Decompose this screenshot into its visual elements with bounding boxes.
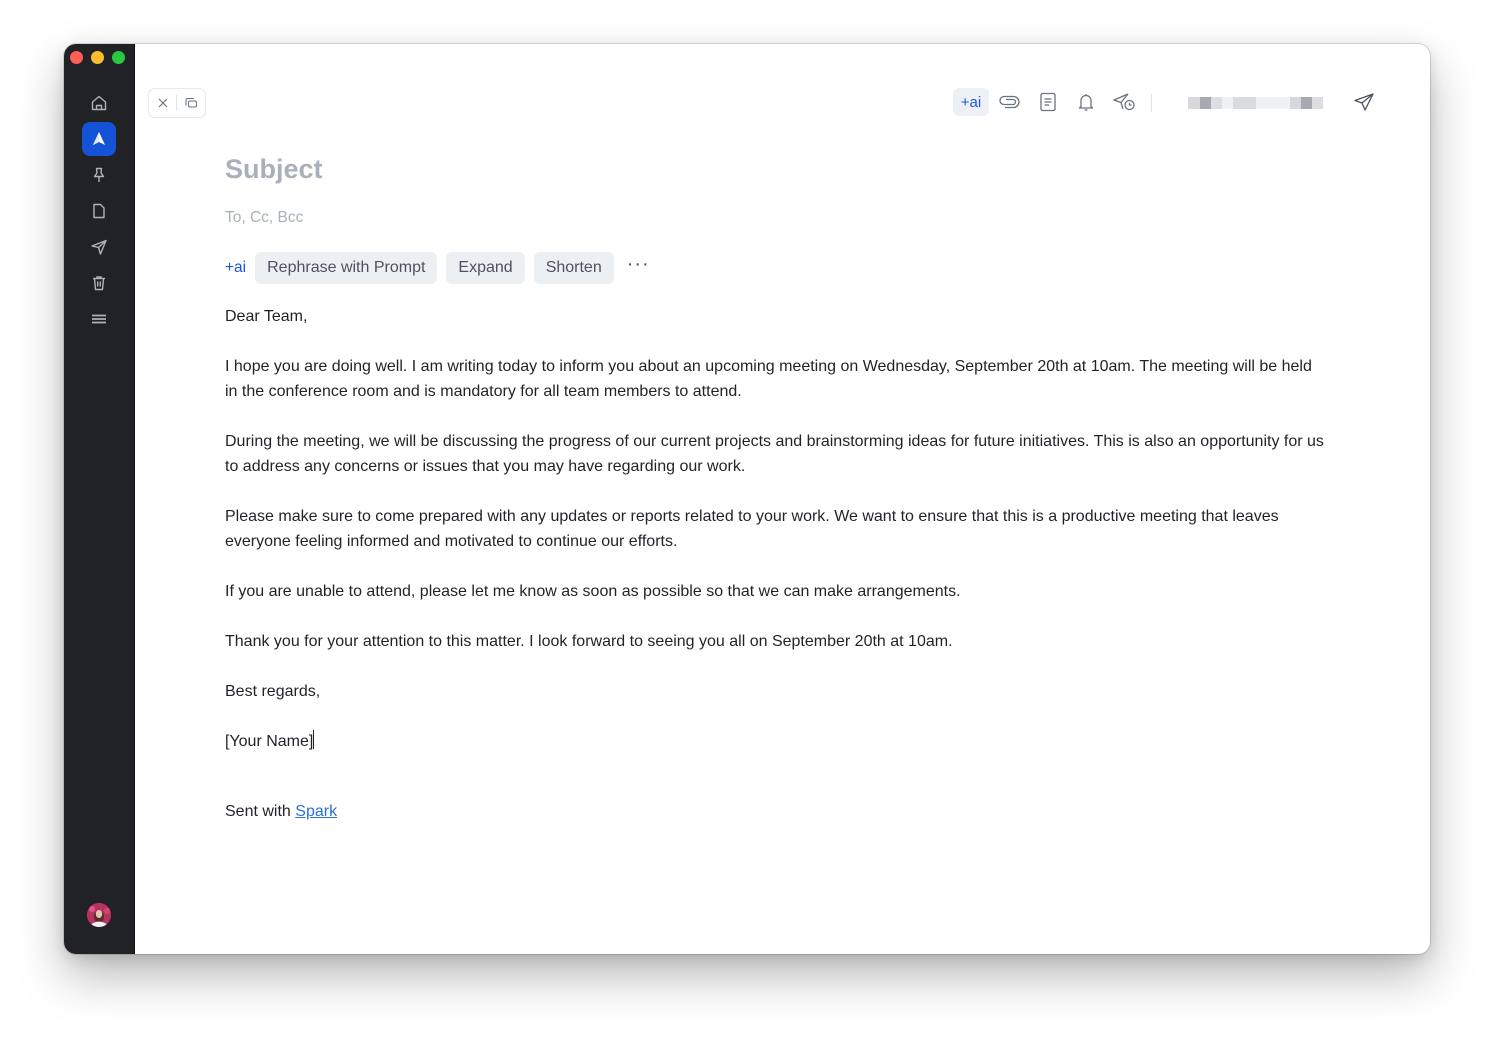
text-cursor [313,730,315,749]
composer: +ai Subject To, Cc, Bcc +ai Rephrase wit… [134,44,1430,954]
toolbar-divider [1151,94,1152,112]
closing: Best regards, [225,683,321,700]
sidebar-item-spark[interactable] [82,122,116,156]
more-actions-button[interactable]: ··· [627,254,650,282]
subject-input[interactable]: Subject [225,154,323,185]
body-paragraph: Please make sure to come prepared with a… [225,508,1279,550]
sidebar [64,44,135,954]
expand-button[interactable]: Expand [446,252,525,284]
traffic-lights [70,51,125,64]
signature: Sent with Spark [225,803,337,821]
attachment-button[interactable] [998,88,1020,116]
composer-toolbar: +ai [134,88,1430,118]
reminder-bell-icon [1078,94,1094,111]
send-button[interactable] [1353,88,1375,116]
body-paragraph: I hope you are doing well. I am writing … [225,358,1312,400]
home-icon [91,95,107,111]
user-avatar[interactable] [87,903,111,927]
from-address-redacted[interactable] [1188,97,1323,109]
sender-name: [Your Name] [225,733,314,750]
spark-link[interactable]: Spark [295,803,337,820]
send-icon [91,239,107,255]
send-icon [1354,93,1374,111]
send-later-icon [1113,93,1135,111]
minimize-window-button[interactable] [91,51,104,64]
greeting: Dear Team, [225,308,308,325]
signature-prefix: Sent with [225,803,296,820]
attachment-icon [999,95,1020,109]
ai-assistant-button[interactable]: +ai [953,88,989,116]
sender-name-line: [Your Name] [225,729,1325,754]
document-icon [93,203,105,219]
ai-label: +ai [960,93,982,111]
ai-actions-bar: +ai Rephrase with Prompt Expand Shorten … [225,252,650,284]
body-paragraph: During the meeting, we will be discussin… [225,433,1324,475]
sidebar-item-pinned[interactable] [82,158,116,192]
body-paragraph: If you are unable to attend, please let … [225,583,961,600]
template-icon [1040,92,1056,112]
rephrase-with-prompt-button[interactable]: Rephrase with Prompt [255,252,438,284]
message-body[interactable]: Dear Team, I hope you are doing well. I … [225,304,1325,779]
template-button[interactable] [1037,88,1059,116]
recipients-input[interactable]: To, Cc, Bcc [225,209,303,227]
body-paragraph: Thank you for your attention to this mat… [225,633,953,650]
menu-icon [92,314,106,324]
app-window: +ai Subject To, Cc, Bcc +ai Rephrase wit… [64,44,1430,954]
reminder-button[interactable] [1075,88,1097,116]
sidebar-item-sent[interactable] [82,230,116,264]
spark-logo-icon [93,132,105,145]
pin-icon [93,167,105,182]
sidebar-item-trash[interactable] [82,266,116,300]
close-window-button[interactable] [70,51,83,64]
shorten-button[interactable]: Shorten [533,252,614,284]
ai-label: +ai [225,259,247,276]
sidebar-item-menu[interactable] [82,302,116,336]
sidebar-item-drafts[interactable] [82,194,116,228]
trash-icon [93,276,105,291]
maximize-window-button[interactable] [112,51,125,64]
avatar-photo [87,903,111,927]
sidebar-item-home[interactable] [82,86,116,120]
send-later-button[interactable] [1112,88,1138,116]
